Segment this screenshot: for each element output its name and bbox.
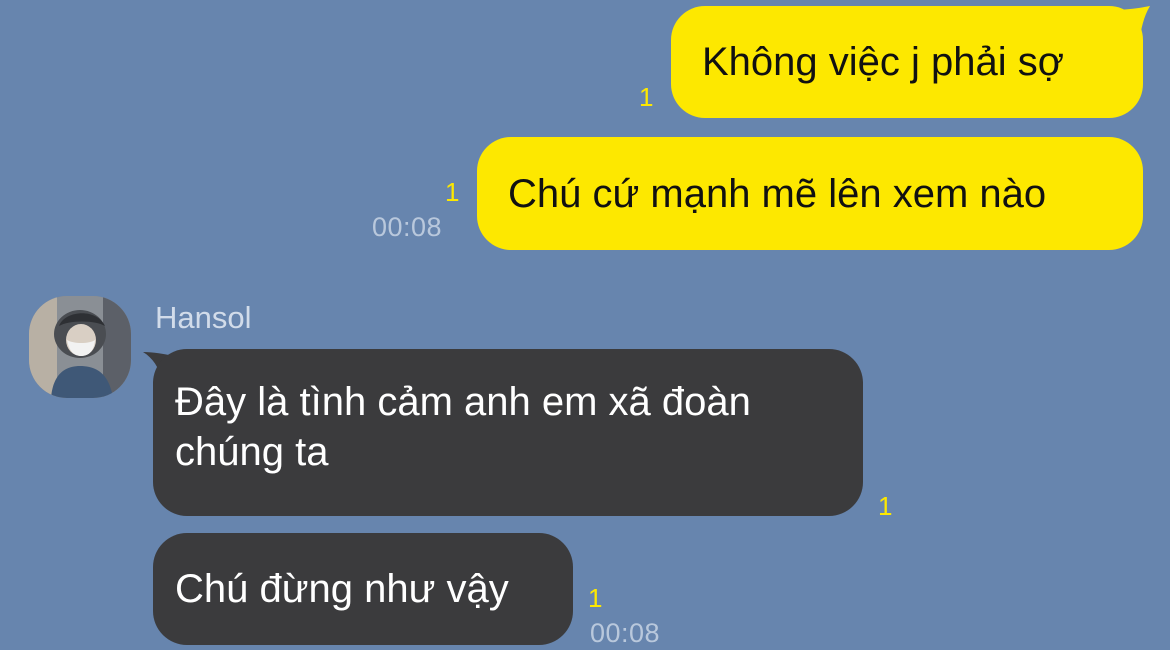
avatar[interactable] bbox=[29, 296, 131, 398]
chat-area[interactable]: Không việc j phải sợ 1 Chú cứ mạnh mẽ lê… bbox=[0, 0, 1170, 650]
unread-count: 1 bbox=[878, 491, 893, 521]
message-timestamp: 00:08 bbox=[590, 618, 661, 648]
message-text: Đây là tình cảm anh em xã đoàn chúng ta bbox=[175, 380, 751, 474]
incoming-message[interactable]: Chú đừng như vậy bbox=[153, 533, 573, 645]
message-timestamp: 00:08 bbox=[372, 212, 443, 242]
message-text: Chú cứ mạnh mẽ lên xem nào bbox=[508, 172, 1047, 216]
message-text: Không việc j phải sợ bbox=[702, 40, 1064, 84]
sender-name: Hansol bbox=[155, 300, 252, 335]
message-text: Chú đừng như vậy bbox=[175, 567, 509, 611]
unread-count: 1 bbox=[588, 583, 603, 613]
unread-count: 1 bbox=[639, 82, 654, 112]
unread-count: 1 bbox=[445, 177, 460, 207]
incoming-message[interactable]: Đây là tình cảm anh em xã đoàn chúng ta bbox=[153, 349, 863, 516]
profile-photo bbox=[29, 296, 131, 398]
outgoing-message[interactable]: Chú cứ mạnh mẽ lên xem nào bbox=[477, 137, 1143, 250]
outgoing-message[interactable]: Không việc j phải sợ bbox=[671, 6, 1143, 118]
